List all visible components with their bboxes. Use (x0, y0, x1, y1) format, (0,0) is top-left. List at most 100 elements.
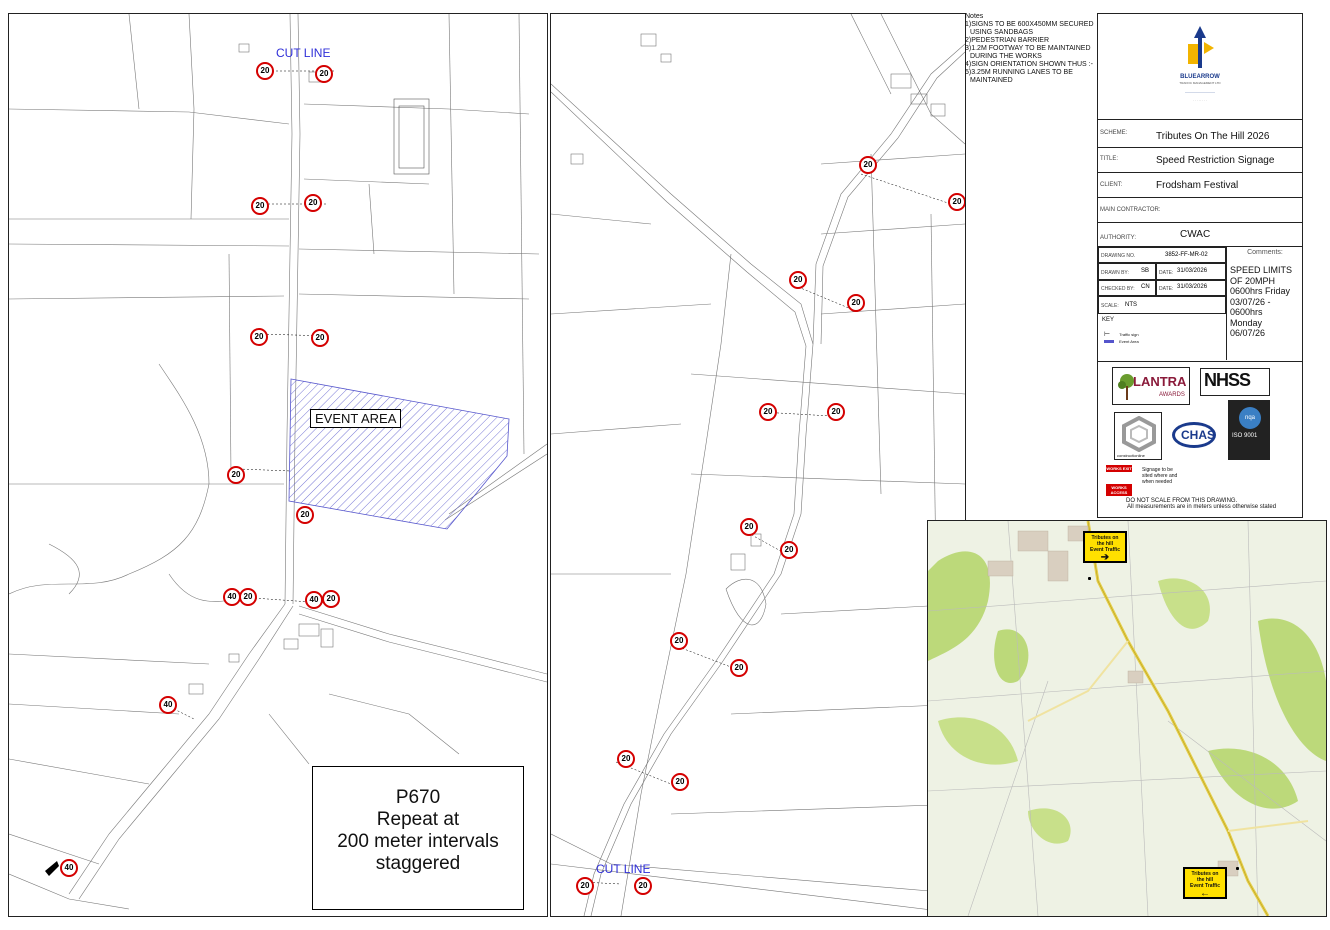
speed-sign-20: 20 (239, 588, 257, 606)
scale-cell: SCALE: NTS (1098, 296, 1226, 314)
comment-line: SPEED LIMITS (1230, 265, 1293, 275)
key-item-event-area: Event Area (1104, 339, 1139, 344)
drawn-by-value: SB (1141, 268, 1150, 274)
sign-location-marker (1088, 577, 1091, 580)
speed-sign-20: 20 (251, 197, 269, 215)
works-exit-sign: WORKS EXIT (1106, 465, 1132, 472)
speed-sign-40: 40 (305, 591, 323, 609)
comment-line: OF 20MPH (1230, 275, 1276, 286)
works-access-sign: WORKS ACCESS (1106, 484, 1132, 496)
date2-cell: DATE: 31/03/2026 (1156, 280, 1226, 296)
company-address: —————————— (1185, 90, 1215, 94)
comments-body: SPEED LIMITS OF 20MPH 0600hrs Friday 03/… (1230, 265, 1292, 339)
inset-location-map[interactable]: Tributes on the hill Event Traffic ➔ Tri… (927, 520, 1327, 917)
speed-sign-20: 20 (634, 877, 652, 895)
notes-title: Notes (965, 13, 984, 20)
date2-label: DATE: (1159, 286, 1174, 292)
authority-row: AUTHORITY: CWAC (1098, 223, 1302, 247)
title-block: BLUEARROW TRAFFIC MANAGEMENT LTD ———————… (1097, 13, 1303, 518)
checked-by-cell: CHECKED BY: CN (1098, 280, 1156, 296)
event-area-label: EVENT AREA (310, 409, 402, 428)
company-contact: · · · · · · · · (1193, 98, 1207, 102)
arrow-left-icon: ← (1200, 888, 1210, 899)
contractor-label: MAIN CONTRACTOR: (1100, 207, 1161, 213)
client-label: CLIENT: (1100, 182, 1123, 188)
speed-sign-20: 20 (311, 329, 329, 347)
checked-by-value: CN (1141, 284, 1150, 290)
speed-sign-20: 20 (847, 294, 865, 312)
scheme-value: Tributes On The Hill 2026 (1156, 131, 1270, 142)
nhss-text: NHSS (1204, 370, 1251, 390)
speed-sign-20: 20 (256, 62, 274, 80)
company-logo-area: BLUEARROW TRAFFIC MANAGEMENT LTD ———————… (1098, 14, 1302, 120)
speed-sign-20: 20 (304, 194, 322, 212)
comments-heading: Comments: (1247, 249, 1283, 256)
drawn-by-cell: DRAWN BY: SB (1098, 263, 1156, 280)
speed-sign-40: 40 (159, 696, 177, 714)
scheme-row: SCHEME: Tributes On The Hill 2026 (1098, 123, 1302, 148)
event-area-key-icon (1104, 340, 1114, 344)
p670-line: Repeat at (376, 809, 460, 830)
comment-line: 0600hrs (1230, 307, 1263, 317)
note-line: 2)PEDESTRIAN BARRIER (965, 37, 1050, 44)
speed-sign-20: 20 (250, 328, 268, 346)
traffic-sign-key-icon: ⊢ (1104, 331, 1111, 338)
comments-section: Comments: SPEED LIMITS OF 20MPH 0600hrs … (1226, 246, 1303, 360)
p670-line: P670 (395, 787, 441, 808)
drawing-no-label: DRAWING NO. (1101, 253, 1136, 259)
sign-location-marker (1236, 867, 1239, 870)
arrow-right-icon: ➔ (1100, 552, 1110, 563)
key-item-label: Event Area (1119, 339, 1139, 344)
speed-sign-20: 20 (730, 659, 748, 677)
p670-line: staggered (375, 853, 461, 874)
title-row: TITLE: Speed Restriction Signage (1098, 148, 1302, 173)
checked-by-label: CHECKED BY: (1101, 286, 1135, 292)
speed-sign-20: 20 (670, 632, 688, 650)
p670-note-box: P670 Repeat at 200 meter intervals stagg… (312, 766, 524, 910)
lantra-awards-text: AWARDS (1159, 392, 1185, 398)
comment-line: 0600hrs Friday (1230, 286, 1291, 296)
chas-badge: CHAS (1170, 420, 1218, 456)
authority-label: AUTHORITY: (1100, 235, 1137, 241)
client-row: CLIENT: Frodsham Festival (1098, 173, 1302, 198)
constructionline-badge: constructionline (1114, 412, 1162, 460)
brand-name: BLUEARROW (1180, 74, 1220, 80)
comment-line: Monday (1230, 317, 1263, 328)
speed-sign-20: 20 (827, 403, 845, 421)
speed-sign-20: 20 (576, 877, 594, 895)
contractor-row: MAIN CONTRACTOR: (1098, 198, 1302, 223)
signage-note: Signage to be sited where and when neede… (1142, 467, 1177, 485)
speed-sign-20: 20 (789, 271, 807, 289)
drawn-by-label: DRAWN BY: (1101, 270, 1129, 276)
speed-sign-20: 20 (227, 466, 245, 484)
scheme-label: SCHEME: (1100, 130, 1128, 136)
note-line: USING SANDBAGS (970, 29, 1034, 36)
speed-sign-20: 20 (315, 65, 333, 83)
title-label: TITLE: (1100, 156, 1119, 162)
inset-map-linework (928, 521, 1326, 916)
iso-text: ISO 9001 (1232, 433, 1258, 439)
client-value: Frodsham Festival (1156, 180, 1239, 191)
left-map-panel[interactable]: CUT LINE 20 20 20 20 20 20 20 20 40 20 4… (8, 13, 548, 917)
scale-label: SCALE: (1101, 303, 1119, 309)
note-line: 3)1.2M FOOTWAY TO BE MAINTAINED (965, 45, 1091, 52)
speed-sign-20: 20 (948, 193, 965, 211)
hexagon-icon (1122, 416, 1156, 452)
bluearrow-logo-icon (1188, 26, 1214, 68)
cut-line-label: CUT LINE (596, 862, 651, 876)
brand-subtitle: TRAFFIC MANAGEMENT LTD (1179, 81, 1221, 85)
event-traffic-sign-right: Tributes on the hill Event Traffic ➔ (1083, 531, 1127, 563)
key-item-label: Traffic sign (1119, 332, 1139, 337)
p670-line: 200 meter intervals (337, 831, 499, 852)
nhss-badge: NHSS (1200, 368, 1270, 396)
drawing-notes: Notes 1)SIGNS TO BE 600X450MM SECURED US… (965, 13, 1095, 85)
drawing-no-value: 3852-FF-MR-02 (1165, 252, 1208, 258)
speed-sign-20: 20 (859, 156, 877, 174)
accreditation-badges: LANTRA AWARDS NHSS constructionline CHAS… (1098, 361, 1302, 462)
speed-sign-20: 20 (296, 506, 314, 524)
note-line: MAINTAINED (970, 77, 1013, 84)
key-item-traffic-sign: ⊢ Traffic sign (1104, 330, 1139, 338)
cut-line-label: CUT LINE (276, 46, 331, 60)
right-map-panel[interactable]: 20 20 20 20 20 20 20 20 20 20 20 20 20 2… (550, 13, 966, 917)
speed-sign-20: 20 (322, 590, 340, 608)
